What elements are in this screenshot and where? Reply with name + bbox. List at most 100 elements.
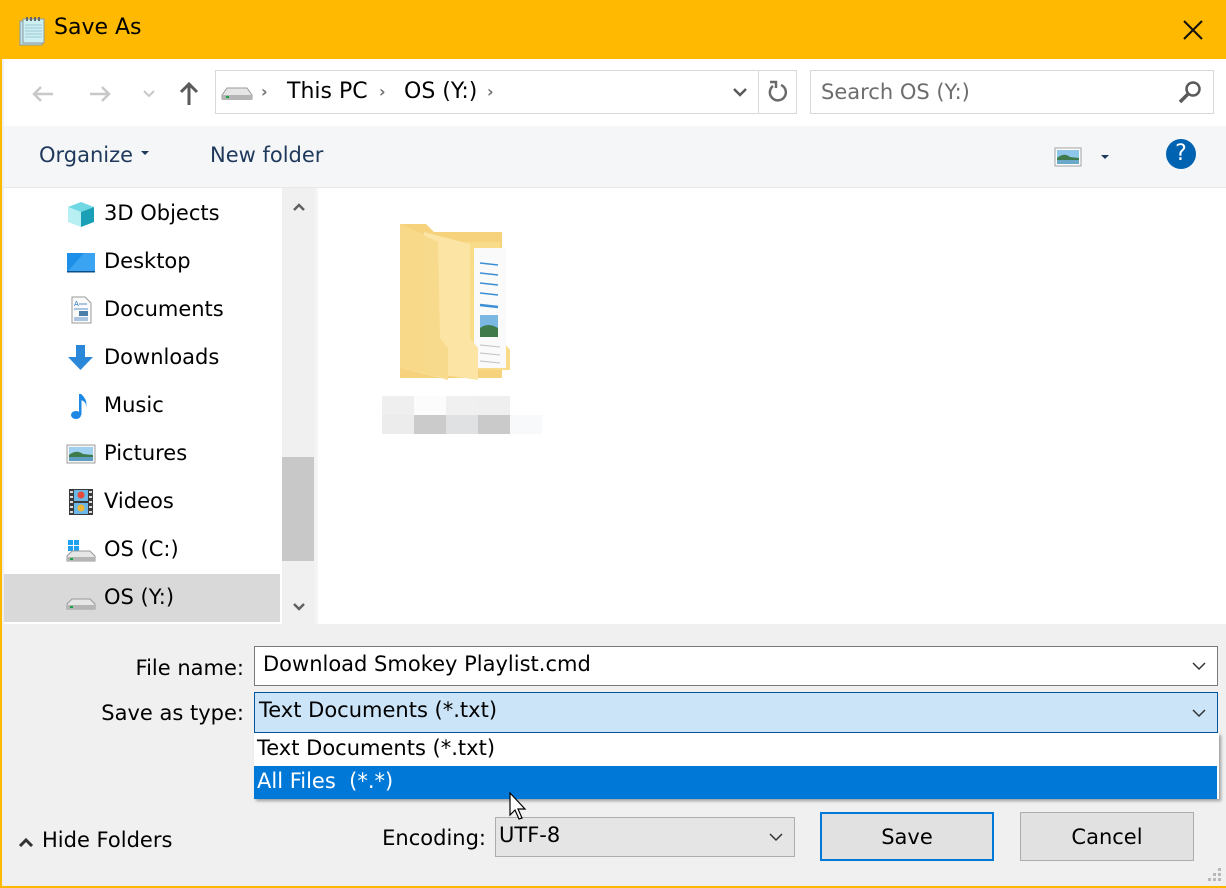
sidebar-item-documents[interactable]: A Documents — [4, 286, 280, 334]
chevron-up-icon — [292, 203, 305, 211]
sidebar-item-pictures[interactable]: Pictures — [4, 430, 280, 478]
chevron-down-icon — [292, 603, 305, 611]
sidebar-item-desktop[interactable]: Desktop — [4, 238, 280, 286]
chevron-down-icon — [733, 88, 747, 97]
chevron-up-icon — [18, 837, 34, 847]
file-list — [318, 188, 1226, 624]
chevron-down-icon — [1192, 662, 1206, 671]
change-view-button[interactable] — [1054, 146, 1114, 168]
windows-drive-icon — [66, 540, 96, 562]
address-history-dropdown[interactable] — [724, 71, 756, 113]
sidebar-item-label: Music — [104, 393, 164, 417]
navigation-pane-scrollbar[interactable] — [282, 188, 315, 624]
arrow-right-icon — [90, 86, 111, 102]
organize-menu[interactable]: Organize — [39, 143, 150, 167]
search-icon[interactable] — [1177, 79, 1203, 105]
folder-name-obscured — [382, 396, 546, 434]
close-icon — [1183, 19, 1203, 40]
up-button[interactable] — [174, 79, 204, 109]
sidebar-item-label: OS (Y:) — [104, 585, 175, 609]
sidebar-item-label: 3D Objects — [104, 201, 220, 225]
filename-input[interactable]: Download Smokey Playlist.cmd — [263, 652, 591, 676]
sidebar-item-label: Pictures — [104, 441, 188, 465]
new-folder-button[interactable]: New folder — [210, 143, 323, 167]
breadcrumb-this-pc[interactable]: This PC — [287, 79, 368, 104]
resize-grip-icon[interactable] — [1208, 868, 1222, 882]
caret-down-icon — [141, 151, 150, 155]
savetype-select[interactable]: Text Documents (*.txt) — [254, 692, 1218, 733]
sidebar-item-label: Videos — [104, 489, 174, 513]
encoding-select[interactable]: UTF-8 — [495, 817, 795, 857]
picture-view-icon — [1054, 147, 1082, 167]
notepad-icon — [19, 17, 45, 46]
downloads-icon — [68, 345, 93, 370]
folder-item[interactable] — [382, 218, 546, 438]
refresh-icon — [768, 80, 787, 102]
pictures-icon — [66, 444, 96, 464]
sidebar-item-downloads[interactable]: Downloads — [4, 334, 280, 382]
savetype-label: Save as type: — [101, 701, 244, 725]
save-as-dialog: Save As › This PC › OS (Y:) › Search OS … — [0, 0, 1226, 888]
sidebar-item-music[interactable]: Music — [4, 382, 280, 430]
cancel-button[interactable]: Cancel — [1020, 812, 1194, 861]
chevron-down-icon — [1192, 708, 1206, 717]
caret-down-icon — [1101, 155, 1109, 159]
sidebar-item-3d-objects[interactable]: 3D Objects — [4, 190, 280, 238]
folder-icon — [400, 224, 510, 380]
breadcrumb-separator[interactable]: › — [487, 82, 494, 101]
breadcrumb-separator[interactable]: › — [261, 82, 268, 101]
savetype-option[interactable]: Text Documents (*.txt) — [254, 733, 1217, 766]
savetype-option-highlighted[interactable]: All Files (*.*) — [254, 766, 1217, 799]
drive-icon — [221, 87, 253, 100]
music-icon — [71, 394, 87, 419]
chevron-down-icon — [143, 90, 155, 98]
forward-button[interactable] — [85, 79, 115, 109]
videos-icon — [69, 489, 93, 515]
window-title: Save As — [54, 15, 142, 40]
desktop-icon — [67, 253, 95, 273]
save-button[interactable]: Save — [820, 812, 994, 861]
hide-folders-button[interactable]: Hide Folders — [18, 828, 172, 852]
documents-icon: A — [71, 296, 92, 324]
arrow-left-icon — [32, 86, 53, 102]
navigation-pane: 3D Objects Desktop A Documents Downloads… — [4, 188, 282, 624]
address-bar[interactable]: › This PC › OS (Y:) › — [215, 70, 797, 114]
sidebar-item-label: Downloads — [104, 345, 220, 369]
encoding-dropdown-button[interactable] — [758, 818, 794, 856]
savetype-dropdown-list: Text Documents (*.txt) All Files (*.*) — [254, 733, 1219, 799]
command-bar: Organize New folder ? — [4, 126, 1226, 188]
sidebar-item-os-c[interactable]: OS (C:) — [4, 526, 280, 574]
chevron-down-icon — [769, 833, 783, 842]
search-box — [810, 70, 1214, 114]
svg-text:A: A — [74, 300, 79, 308]
filename-combobox[interactable]: Download Smokey Playlist.cmd — [254, 646, 1218, 686]
recent-locations-button[interactable] — [134, 79, 164, 109]
sidebar-item-os-y[interactable]: OS (Y:) — [4, 574, 280, 622]
save-options-panel: File name: Download Smokey Playlist.cmd … — [4, 624, 1226, 886]
search-input[interactable] — [821, 77, 1171, 107]
hide-folders-label: Hide Folders — [42, 828, 173, 852]
close-button[interactable] — [1158, 0, 1226, 59]
sidebar-item-label: Desktop — [104, 249, 191, 273]
breadcrumb-separator[interactable]: › — [379, 82, 386, 101]
scroll-up-button[interactable] — [282, 190, 315, 224]
filename-dropdown-button[interactable] — [1181, 647, 1217, 685]
organize-label: Organize — [39, 143, 134, 167]
title-bar: Save As — [2, 0, 1226, 59]
drive-icon — [66, 598, 96, 610]
refresh-button[interactable] — [758, 71, 796, 113]
sidebar-item-label: Documents — [104, 297, 224, 321]
scroll-down-button[interactable] — [282, 590, 315, 624]
filename-label: File name: — [135, 656, 244, 680]
savetype-selected-value: Text Documents (*.txt) — [259, 698, 498, 722]
help-button[interactable]: ? — [1166, 139, 1196, 169]
back-button[interactable] — [28, 79, 58, 109]
savetype-dropdown-button[interactable] — [1181, 693, 1217, 732]
scroll-thumb[interactable] — [282, 457, 314, 561]
encoding-label: Encoding: — [382, 826, 486, 850]
encoding-value: UTF-8 — [499, 823, 561, 847]
navigation-bar: › This PC › OS (Y:) › — [4, 59, 1226, 126]
breadcrumb-os-y[interactable]: OS (Y:) — [404, 79, 477, 104]
sidebar-item-videos[interactable]: Videos — [4, 478, 280, 526]
arrow-up-icon — [179, 82, 199, 105]
